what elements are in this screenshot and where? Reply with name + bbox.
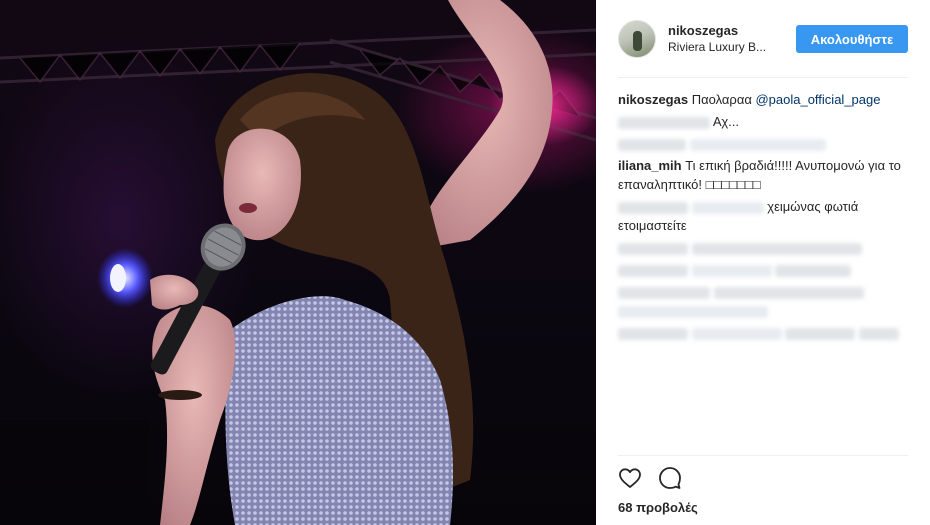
blurred-text [775,264,852,277]
blurred-text [785,327,856,340]
blurred-mention [691,201,764,214]
blurred-username [618,286,710,299]
blurred-mention [691,327,782,340]
comment-username[interactable]: iliana_mih [618,158,682,173]
post-sidebar: nikoszegas Riviera Luxury B... Ακολουθήσ… [596,0,930,525]
blurred-mention [618,305,768,318]
blurred-text [689,138,826,151]
post-video[interactable] [0,0,596,525]
comment-mention[interactable]: @paola_official_page [755,92,880,107]
heart-icon[interactable] [618,466,642,490]
comment-item [618,134,908,153]
blurred-text [691,242,862,255]
comment-item: Αχ... [618,112,908,131]
follow-button[interactable]: Ακολουθήστε [796,25,908,53]
comment-username[interactable]: nikoszegas [618,92,688,107]
avatar[interactable] [618,20,656,58]
blurred-username [618,242,688,255]
comment-bubble-icon[interactable] [658,466,682,490]
blurred-username [618,138,686,151]
blurred-username [618,327,688,340]
instagram-post-view: nikoszegas Riviera Luxury B... Ακολουθήσ… [0,0,930,525]
comment-item [618,323,908,342]
comment-item [618,282,908,320]
comment-text: Παολαραα [691,92,756,107]
video-frame-illustration [0,0,596,525]
actions-divider [618,455,908,456]
blurred-text [713,286,864,299]
views-label: προβολές [636,500,698,515]
comment-item: χειμώνας φωτιά ετοιμαστείτε [618,197,908,235]
comment-item: iliana_mih Τι επική βραδιά!!!!! Ανυπομον… [618,156,908,194]
comment-item [618,238,908,257]
views-number: 68 [618,500,633,515]
views-count[interactable]: 68 προβολές [618,500,698,515]
post-actions [618,466,682,490]
comment-item: nikoszegas Παολαραα @paola_official_page [618,90,908,109]
header-divider [618,77,908,78]
blurred-mention [691,264,772,277]
blurred-username [618,264,688,277]
comments-list: nikoszegas Παολαραα @paola_official_page… [618,90,908,345]
comment-item [618,260,908,279]
blurred-username [618,201,688,214]
post-header: nikoszegas Riviera Luxury B... Ακολουθήσ… [618,18,908,60]
blurred-username [618,116,710,129]
blurred-text [858,327,899,340]
comment-text: Αχ... [712,114,740,129]
